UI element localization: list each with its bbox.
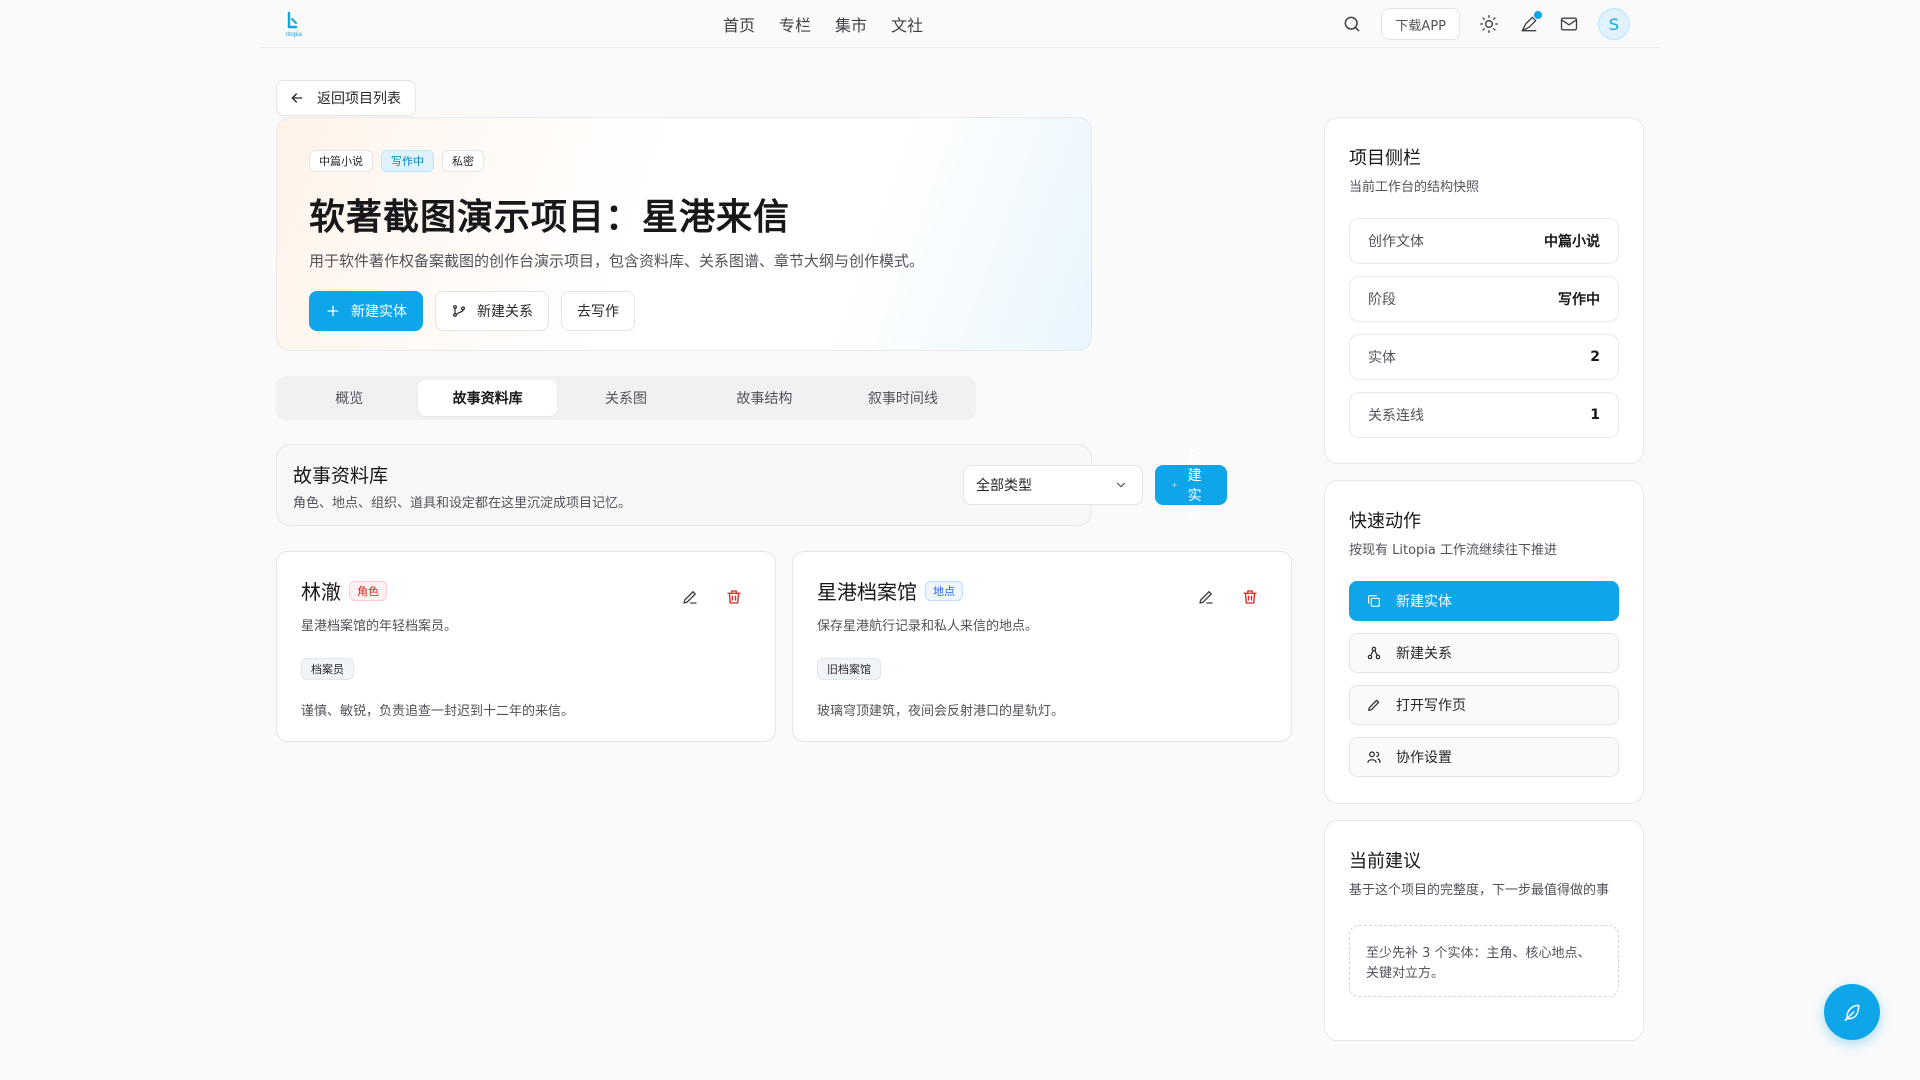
entity-tag: 档案员 (301, 658, 354, 680)
qa-open-writing-label: 打开写作页 (1396, 698, 1466, 714)
nav-link-society[interactable]: 文社 (891, 12, 923, 36)
new-entity-button[interactable]: 新建实体 (309, 291, 423, 331)
library-description: 角色、地点、组织、道具和设定都在这里沉淀成项目记忆。 (293, 496, 632, 511)
qa-collab-settings-button[interactable]: 协作设置 (1349, 737, 1619, 777)
hero-actions: 新建实体 新建关系 去写作 (309, 291, 1059, 331)
entity-type-select[interactable]: 全部类型 (963, 465, 1143, 505)
project-tags: 中篇小说 写作中 私密 (309, 150, 1059, 172)
stat-genre: 创作文体 中篇小说 (1349, 218, 1619, 264)
qa-new-entity-button[interactable]: 新建实体 (1349, 581, 1619, 621)
entity-actions (679, 586, 745, 608)
write-notify-icon[interactable] (1518, 11, 1542, 35)
top-nav: litopia 首页 专栏 集市 文社 下载APP S (260, 0, 1660, 48)
nav-link-home[interactable]: 首页 (723, 12, 755, 36)
entity-description: 保存星港航行记录和私人来信的地点。 (817, 619, 1039, 634)
entity-type-badge: 角色 (349, 580, 387, 601)
tab-story-library[interactable]: 故事资料库 (418, 380, 557, 416)
entity-actions (1195, 586, 1261, 608)
copy-plus-icon (1368, 595, 1380, 607)
new-relation-label: 新建关系 (477, 304, 533, 320)
plus-icon (1172, 482, 1177, 488)
trash-icon[interactable] (1239, 586, 1261, 608)
suggestion-tip: 至少先补 3 个实体：主角、核心地点、关键对立方。 (1349, 925, 1619, 997)
stat-stage: 阶段 写作中 (1349, 276, 1619, 322)
project-sidebar-panel: 项目侧栏 当前工作台的结构快照 创作文体 中篇小说 阶段 写作中 实体 2 关系… (1324, 117, 1644, 464)
notification-dot (1534, 11, 1542, 19)
go-write-label: 去写作 (577, 304, 619, 320)
feather-icon (1844, 1004, 1860, 1022)
project-hero: 中篇小说 写作中 私密 软著截图演示项目：星港来信 用于软件著作权备案截图的创作… (276, 117, 1092, 351)
arrow-left-icon (291, 93, 303, 103)
sun-icon[interactable] (1478, 13, 1500, 35)
nav-links: 首页 专栏 集市 文社 (723, 0, 923, 48)
qa-collab-settings-label: 协作设置 (1396, 750, 1452, 766)
entity-card[interactable]: 林澈 角色 星港档案馆的年轻档案员。 档案员 谨慎、敏锐，负责追查一封迟到十二年… (276, 551, 776, 742)
new-relation-button[interactable]: 新建关系 (435, 291, 549, 331)
entity-tag: 旧档案馆 (817, 658, 881, 680)
nav-link-columns[interactable]: 专栏 (779, 12, 811, 36)
pen-icon (1368, 699, 1380, 711)
mail-icon[interactable] (1558, 13, 1580, 35)
new-entity-label: 新建实体 (351, 304, 407, 320)
litopia-logo[interactable]: litopia (280, 10, 308, 38)
edit-icon[interactable] (679, 586, 701, 608)
download-app-button[interactable]: 下载APP (1381, 8, 1460, 40)
tab-narrative-timeline[interactable]: 叙事时间线 (834, 380, 972, 416)
quick-actions-panel: 快速动作 按现有 Litopia 工作流继续往下推进 新建实体 新建关系 打开写… (1324, 480, 1644, 804)
git-branch-icon (453, 305, 465, 317)
library-new-entity-button[interactable]: 新建实体 (1155, 448, 1227, 524)
library-new-entity-label: 新建实体 (1187, 448, 1202, 524)
qa-new-entity-label: 新建实体 (1396, 594, 1452, 610)
entity-type-value: 全部类型 (976, 478, 1032, 494)
page-title: 软著截图演示项目：星港来信 (309, 196, 791, 238)
nav-right: 下载APP S (1341, 0, 1630, 48)
stat-relations: 关系连线 1 (1349, 392, 1619, 438)
entity-name: 星港档案馆 (817, 580, 917, 604)
users-icon (1367, 751, 1381, 763)
stage-tag: 写作中 (381, 150, 434, 172)
library-title: 故事资料库 (293, 465, 389, 487)
stat-entities: 实体 2 (1349, 334, 1619, 380)
entity-note: 谨慎、敏锐，负责追查一封迟到十二年的来信。 (301, 704, 575, 719)
tab-relation-graph[interactable]: 关系图 (557, 380, 695, 416)
search-icon[interactable] (1341, 13, 1363, 35)
nav-link-market[interactable]: 集市 (835, 12, 867, 36)
floating-write-button[interactable] (1824, 984, 1880, 1040)
project-sidebar-subtitle: 当前工作台的结构快照 (1349, 180, 1480, 195)
project-sidebar-title: 项目侧栏 (1349, 148, 1421, 169)
avatar[interactable]: S (1598, 8, 1630, 40)
qa-new-relation-label: 新建关系 (1396, 646, 1452, 662)
qa-new-relation-button[interactable]: 新建关系 (1349, 633, 1619, 673)
back-to-projects-button[interactable]: 返回项目列表 (276, 80, 416, 116)
plus-icon (327, 305, 339, 317)
entity-description: 星港档案馆的年轻档案员。 (301, 619, 458, 634)
entity-card[interactable]: 星港档案馆 地点 保存星港航行记录和私人来信的地点。 旧档案馆 玻璃穹顶建筑，夜… (792, 551, 1292, 742)
quick-actions-subtitle: 按现有 Litopia 工作流继续往下推进 (1349, 543, 1558, 558)
privacy-tag: 私密 (442, 150, 484, 172)
entity-note: 玻璃穹顶建筑，夜间会反射港口的星轨灯。 (817, 704, 1065, 719)
suggestions-title: 当前建议 (1349, 851, 1421, 872)
trash-icon[interactable] (723, 586, 745, 608)
go-write-button[interactable]: 去写作 (561, 291, 635, 331)
svg-text:litopia: litopia (286, 32, 302, 38)
library-header: 故事资料库 角色、地点、组织、道具和设定都在这里沉淀成项目记忆。 全部类型 新建… (276, 444, 1227, 526)
network-icon (1367, 646, 1381, 660)
tab-overview[interactable]: 概览 (280, 380, 418, 416)
chevron-down-icon (1116, 482, 1126, 488)
entity-type-badge: 地点 (925, 580, 963, 601)
tab-story-structure[interactable]: 故事结构 (695, 380, 833, 416)
back-label: 返回项目列表 (317, 91, 401, 107)
suggestions-subtitle: 基于这个项目的完整度，下一步最值得做的事 (1349, 883, 1610, 898)
quick-actions-title: 快速动作 (1349, 511, 1421, 532)
project-tabs: 概览 故事资料库 关系图 故事结构 叙事时间线 (276, 376, 976, 420)
qa-open-writing-button[interactable]: 打开写作页 (1349, 685, 1619, 725)
suggestions-panel: 当前建议 基于这个项目的完整度，下一步最值得做的事 至少先补 3 个实体：主角、… (1324, 820, 1644, 1041)
project-description: 用于软件著作权备案截图的创作台演示项目，包含资料库、关系图谱、章节大纲与创作模式… (309, 252, 925, 270)
entity-name: 林澈 (301, 580, 341, 604)
edit-icon[interactable] (1195, 586, 1217, 608)
genre-tag: 中篇小说 (309, 150, 373, 172)
